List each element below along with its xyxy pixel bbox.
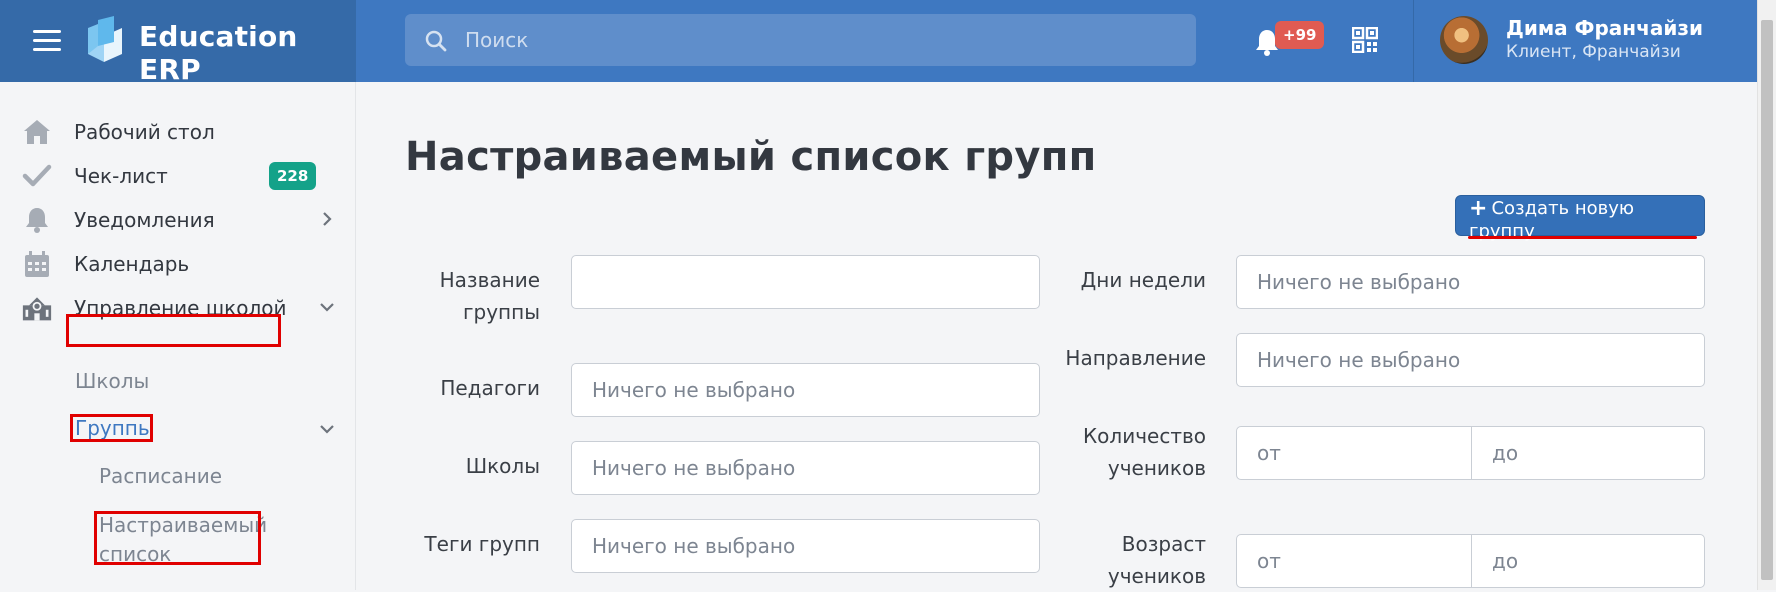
group-tags-label: Теги групп xyxy=(424,532,540,556)
sidebar-subitem-schedule[interactable]: Расписание xyxy=(99,464,222,488)
sidebar-item-calendar[interactable]: Календарь xyxy=(0,242,356,286)
students-age-label-line1: Возраст xyxy=(1121,532,1206,556)
search-box[interactable] xyxy=(405,14,1196,66)
header-divider xyxy=(1413,0,1414,82)
user-avatar[interactable] xyxy=(1440,16,1488,64)
students-count-range: от до xyxy=(1236,426,1705,480)
students-count-label-line2: учеников xyxy=(1107,456,1206,480)
sidebar-item-label: Календарь xyxy=(74,252,190,276)
highlight-underline-create-button xyxy=(1468,236,1697,239)
page-scrollbar[interactable] xyxy=(1757,0,1776,590)
students-age-label-line2: учеников xyxy=(1107,564,1206,588)
group-name-label-line1: Название xyxy=(439,268,540,292)
user-role: Клиент, Франчайзи xyxy=(1506,42,1681,62)
qr-code-icon[interactable] xyxy=(1352,27,1378,53)
plus-icon: + xyxy=(1469,196,1488,221)
schools-label: Школы xyxy=(465,454,540,478)
top-bar: Education ERP +99 Дима Франчайзи Клиент,… xyxy=(0,0,1776,86)
notifications-count-badge: +99 xyxy=(1275,21,1325,49)
school-icon xyxy=(22,297,52,321)
sidebar: Рабочий стол Чек-лист 228 Уведомления Ка… xyxy=(0,82,356,590)
create-group-button[interactable]: + Создать новую группу xyxy=(1455,195,1705,242)
sidebar-subitem-schools[interactable]: Школы xyxy=(75,369,149,393)
chevron-down-icon xyxy=(320,303,334,312)
direction-label: Направление xyxy=(1065,346,1206,370)
teachers-label: Педагоги xyxy=(440,376,540,400)
sidebar-item-label: Уведомления xyxy=(74,208,215,232)
group-name-label-line2: группы xyxy=(463,300,540,324)
students-count-to-input[interactable]: до xyxy=(1471,427,1704,479)
calendar-icon xyxy=(25,251,49,277)
search-input[interactable] xyxy=(465,14,1185,66)
teachers-select[interactable]: Ничего не выбрано xyxy=(571,363,1040,417)
sidebar-item-school-management[interactable]: Управление школой xyxy=(0,286,356,330)
bell-icon xyxy=(26,208,48,233)
students-count-label-line1: Количество xyxy=(1082,424,1206,448)
students-age-from-input[interactable]: от xyxy=(1237,535,1471,587)
sidebar-subitem-groups[interactable]: Группы xyxy=(0,408,356,448)
home-icon xyxy=(24,120,50,144)
schools-select[interactable]: Ничего не выбрано xyxy=(571,441,1040,495)
students-age-range: от до xyxy=(1236,534,1705,588)
sidebar-item-checklist[interactable]: Чек-лист 228 xyxy=(0,154,356,198)
search-icon xyxy=(425,30,447,52)
hamburger-menu-icon[interactable] xyxy=(28,24,66,56)
sidebar-subitem-custom-list[interactable]: Настраиваемый список xyxy=(99,511,267,569)
students-count-from-input[interactable]: от xyxy=(1237,427,1471,479)
sidebar-item-label: Рабочий стол xyxy=(74,120,215,144)
brand-area: Education ERP xyxy=(0,0,356,86)
direction-select[interactable]: Ничего не выбрано xyxy=(1236,333,1705,387)
students-age-to-input[interactable]: до xyxy=(1471,535,1704,587)
chevron-down-icon xyxy=(320,425,334,434)
weekdays-label: Дни недели xyxy=(1080,268,1206,292)
sidebar-subitem-groups-label: Группы xyxy=(75,416,154,440)
logo-icon xyxy=(88,16,122,62)
group-name-input[interactable] xyxy=(571,255,1040,309)
group-name-label: Название группы xyxy=(420,264,540,328)
sidebar-item-label: Управление школой xyxy=(74,296,287,320)
group-tags-select[interactable]: Ничего не выбрано xyxy=(571,519,1040,573)
sidebar-item-notifications[interactable]: Уведомления xyxy=(0,198,356,242)
chevron-right-icon xyxy=(323,212,332,226)
sidebar-item-desktop[interactable]: Рабочий стол xyxy=(0,110,356,154)
sidebar-item-label: Чек-лист xyxy=(74,164,168,188)
students-count-label: Количество учеников xyxy=(1056,420,1206,484)
checklist-count-badge: 228 xyxy=(269,162,317,190)
page-title: Настраиваемый список групп xyxy=(405,134,1097,180)
scrollbar-thumb[interactable] xyxy=(1761,20,1773,580)
check-icon xyxy=(22,164,52,187)
weekdays-select[interactable]: Ничего не выбрано xyxy=(1236,255,1705,309)
user-name[interactable]: Дима Франчайзи xyxy=(1506,16,1703,40)
custom-list-label-line2: список xyxy=(99,542,172,566)
brand-name[interactable]: Education ERP xyxy=(139,20,356,86)
students-age-label: Возраст учеников xyxy=(1056,528,1206,592)
custom-list-label-line1: Настраиваемый xyxy=(99,513,268,537)
